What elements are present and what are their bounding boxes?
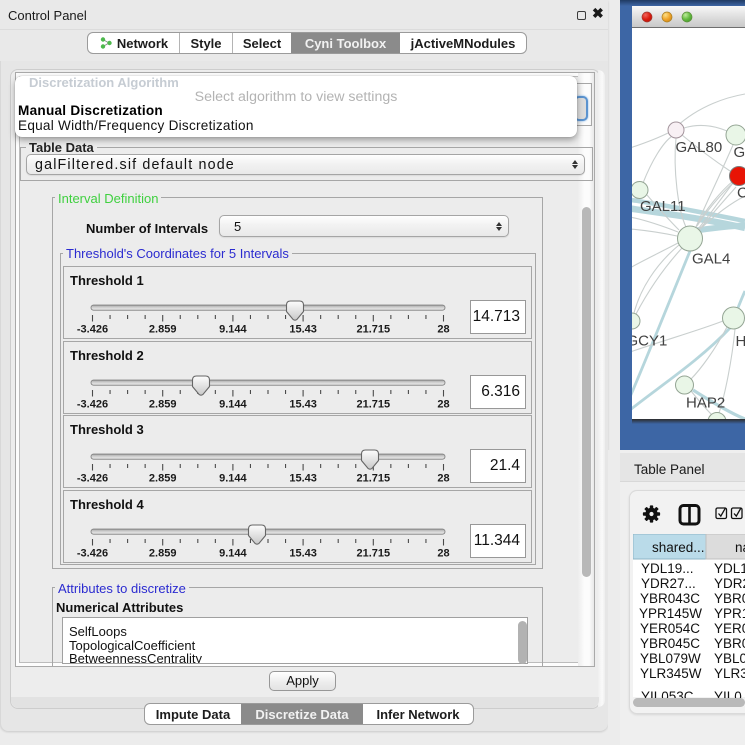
svg-text:YBR0: YBR0 [714,591,745,606]
svg-text:GAL11: GAL11 [640,198,686,215]
svg-text:9.144: 9.144 [219,399,247,411]
svg-text:15.43: 15.43 [289,324,317,336]
svg-text:YDR27...: YDR27... [641,576,696,591]
svg-text:28: 28 [437,324,449,336]
svg-text:28: 28 [437,473,449,485]
svg-text:YPR1: YPR1 [714,606,745,621]
svg-text:15.43: 15.43 [289,399,317,411]
svg-text:HA: HA [736,333,745,350]
svg-text:C: C [737,185,745,202]
svg-text:YBL0: YBL0 [714,651,745,666]
svg-text:15.43: 15.43 [289,548,317,560]
svg-text:2.859: 2.859 [149,324,177,336]
svg-text:YBL079W: YBL079W [640,651,701,666]
svg-text:YER0: YER0 [714,621,745,636]
svg-text:na: na [735,540,745,555]
svg-text:YBR043C: YBR043C [640,591,700,606]
svg-text:-3.426: -3.426 [77,548,108,560]
svg-text:-3.426: -3.426 [77,324,108,336]
svg-text:HAP2: HAP2 [686,395,725,412]
svg-text:-3.426: -3.426 [77,399,108,411]
svg-text:28: 28 [437,548,449,560]
svg-text:YER054C: YER054C [640,621,700,636]
svg-text:21.715: 21.715 [356,324,390,336]
svg-text:2.859: 2.859 [149,548,177,560]
svg-text:2.859: 2.859 [149,473,177,485]
svg-text:9.144: 9.144 [219,548,247,560]
svg-text:GCY1: GCY1 [627,333,668,350]
svg-text:YDL19...: YDL19... [641,561,694,576]
svg-text:YDL1: YDL1 [714,561,745,576]
svg-text:GAL4: GAL4 [692,251,730,268]
svg-text:shared...: shared... [652,540,705,555]
svg-text:9.144: 9.144 [219,473,247,485]
svg-text:YLR3: YLR3 [714,666,745,681]
svg-text:YBR0: YBR0 [714,636,745,651]
svg-text:9.144: 9.144 [219,324,247,336]
svg-text:YBR045C: YBR045C [640,636,700,651]
svg-text:15.43: 15.43 [289,473,317,485]
svg-text:21.715: 21.715 [356,473,390,485]
svg-text:-3.426: -3.426 [77,473,108,485]
svg-text:21.715: 21.715 [356,548,390,560]
svg-text:YDR2: YDR2 [714,576,745,591]
svg-text:YLR345W: YLR345W [640,666,702,681]
svg-text:GA: GA [734,144,745,161]
svg-text:2.859: 2.859 [149,399,177,411]
svg-text:GAL80: GAL80 [676,139,723,156]
svg-text:21.715: 21.715 [356,399,390,411]
svg-text:28: 28 [437,399,449,411]
svg-text:YPR145W: YPR145W [639,606,702,621]
